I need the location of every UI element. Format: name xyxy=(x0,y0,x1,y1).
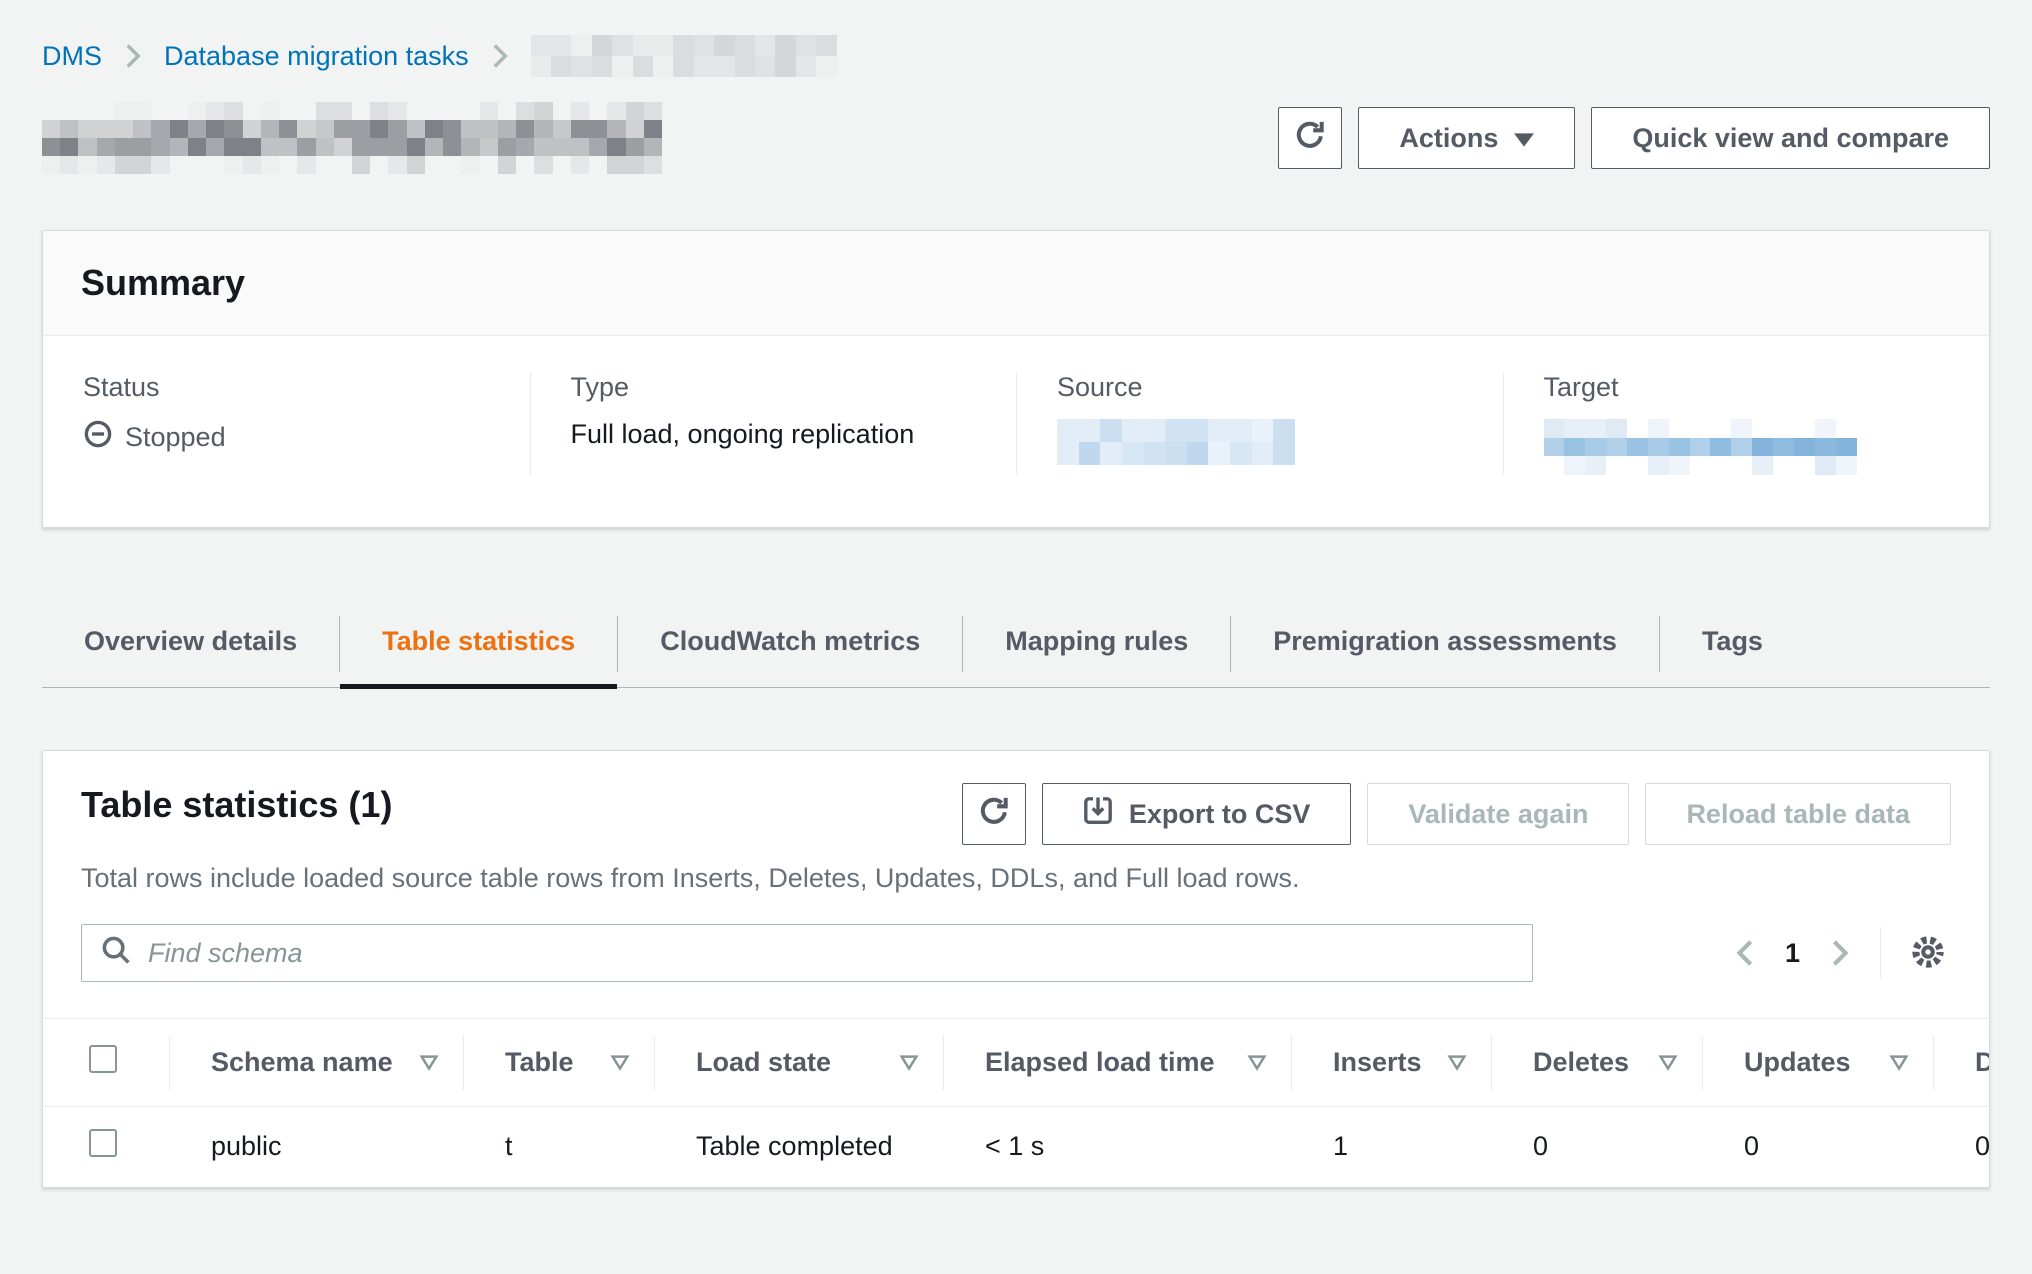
export-to-csv-button[interactable]: Export to CSV xyxy=(1042,783,1352,845)
column-header-table[interactable]: Table xyxy=(463,1019,654,1107)
source-label: Source xyxy=(1057,372,1473,403)
quick-view-button-label: Quick view and compare xyxy=(1632,123,1949,154)
actions-button[interactable]: Actions xyxy=(1358,107,1575,169)
status-value: Stopped xyxy=(125,422,226,453)
sort-icon[interactable] xyxy=(1247,1054,1267,1071)
column-header-schema-name[interactable]: Schema name xyxy=(169,1019,463,1107)
type-label: Type xyxy=(571,372,987,403)
pagination: 1 xyxy=(1733,927,1951,979)
tab-premigration-assessments[interactable]: Premigration assessments xyxy=(1231,600,1659,687)
breadcrumb-link-tasks[interactable]: Database migration tasks xyxy=(164,41,469,72)
cell-table: t xyxy=(463,1107,654,1187)
summary-col-target: Target xyxy=(1503,372,1990,475)
table-row[interactable]: public t Table completed < 1 s 1 0 0 0 xyxy=(43,1107,1990,1187)
cell-inserts: 1 xyxy=(1291,1107,1491,1187)
table-header-row: Schema name Table xyxy=(43,1019,1990,1107)
tab-table-statistics[interactable]: Table statistics xyxy=(340,600,617,687)
column-header-elapsed-load-time[interactable]: Elapsed load time xyxy=(943,1019,1291,1107)
tab-cloudwatch-metrics[interactable]: CloudWatch metrics xyxy=(618,600,962,687)
actions-button-label: Actions xyxy=(1399,123,1498,154)
source-value-redacted[interactable] xyxy=(1057,419,1295,465)
summary-panel-header: Summary xyxy=(43,231,1989,336)
quick-view-and-compare-button[interactable]: Quick view and compare xyxy=(1591,107,1990,169)
search-icon xyxy=(100,934,132,973)
breadcrumb: DMS Database migration tasks xyxy=(42,34,1990,78)
gear-icon xyxy=(1909,933,1947,974)
table-statistics-table: Schema name Table xyxy=(43,1018,1990,1187)
chevron-right-icon xyxy=(122,42,144,70)
breadcrumb-redacted-task-name xyxy=(531,35,837,77)
summary-col-source: Source xyxy=(1016,372,1503,475)
task-detail-tabs: Overview details Table statistics CloudW… xyxy=(42,600,1990,688)
target-value-redacted[interactable] xyxy=(1544,419,1857,475)
header-buttons: Actions Quick view and compare xyxy=(1278,107,1990,169)
tab-mapping-rules[interactable]: Mapping rules xyxy=(963,600,1230,687)
sort-icon[interactable] xyxy=(1447,1054,1467,1071)
filter-row: 1 xyxy=(81,924,1951,982)
sort-icon[interactable] xyxy=(1889,1054,1909,1071)
table-settings-button[interactable] xyxy=(1909,933,1947,974)
page-header: Actions Quick view and compare xyxy=(42,102,1990,174)
page-title-redacted xyxy=(42,102,662,174)
breadcrumb-link-dms[interactable]: DMS xyxy=(42,41,102,72)
tab-overview-details[interactable]: Overview details xyxy=(42,600,339,687)
refresh-button[interactable] xyxy=(1278,107,1342,169)
table-statistics-buttons: Export to CSV Validate again Reload tabl… xyxy=(962,783,1951,845)
schema-search-box xyxy=(81,924,1533,982)
reload-button-label: Reload table data xyxy=(1686,799,1910,830)
summary-col-type: Type Full load, ongoing replication xyxy=(530,372,1017,475)
summary-col-status: Status Stopped xyxy=(43,372,530,475)
row-checkbox[interactable] xyxy=(89,1129,117,1157)
column-header-deletes[interactable]: Deletes xyxy=(1491,1019,1702,1107)
current-page-number: 1 xyxy=(1785,938,1800,969)
tab-tags[interactable]: Tags xyxy=(1660,600,1805,687)
export-button-label: Export to CSV xyxy=(1129,799,1311,830)
dms-task-page: DMS Database migration tasks Actions xyxy=(0,0,2032,1274)
table-statistics-panel: Table statistics (1) xyxy=(42,750,1990,1188)
target-label: Target xyxy=(1544,372,1960,403)
cell-schema-name: public xyxy=(169,1107,463,1187)
validate-button-label: Validate again xyxy=(1408,799,1588,830)
type-value: Full load, ongoing replication xyxy=(571,419,915,450)
validate-again-button[interactable]: Validate again xyxy=(1367,783,1629,845)
chevron-right-icon xyxy=(489,42,511,70)
sort-icon[interactable] xyxy=(419,1054,439,1071)
cell-load-state: Table completed xyxy=(654,1107,943,1187)
cell-elapsed-load-time: < 1 s xyxy=(943,1107,1291,1187)
column-header-updates[interactable]: Updates xyxy=(1702,1019,1933,1107)
pagination-divider xyxy=(1880,927,1881,979)
sort-icon[interactable] xyxy=(610,1054,630,1071)
summary-title: Summary xyxy=(81,261,1951,305)
cell-deletes: 0 xyxy=(1491,1107,1702,1187)
caret-down-icon xyxy=(1514,123,1534,154)
find-schema-input[interactable] xyxy=(146,937,1514,970)
refresh-icon xyxy=(977,794,1011,835)
status-label: Status xyxy=(83,372,500,403)
sort-icon[interactable] xyxy=(1658,1054,1678,1071)
select-all-checkbox[interactable] xyxy=(89,1045,117,1073)
stopped-status-icon xyxy=(83,419,113,456)
table-statistics-description: Total rows include loaded source table r… xyxy=(81,863,1951,894)
summary-panel: Summary Status Stopped Type Full load, o… xyxy=(42,230,1990,528)
column-header-ddls-clipped[interactable]: D xyxy=(1933,1019,1990,1107)
next-page-button[interactable] xyxy=(1828,938,1852,968)
column-header-load-state[interactable]: Load state xyxy=(654,1019,943,1107)
column-header-inserts[interactable]: Inserts xyxy=(1291,1019,1491,1107)
summary-body: Status Stopped Type Full load, ongoing r… xyxy=(43,336,1989,527)
cell-updates: 0 xyxy=(1702,1107,1933,1187)
sort-icon[interactable] xyxy=(899,1054,919,1071)
export-download-icon xyxy=(1083,796,1113,833)
cell-ddls-clipped: 0 xyxy=(1933,1107,1990,1187)
reload-table-data-button[interactable]: Reload table data xyxy=(1645,783,1951,845)
table-refresh-button[interactable] xyxy=(962,783,1026,845)
previous-page-button[interactable] xyxy=(1733,938,1757,968)
refresh-icon xyxy=(1293,118,1327,159)
table-statistics-title: Table statistics (1) xyxy=(81,783,392,827)
